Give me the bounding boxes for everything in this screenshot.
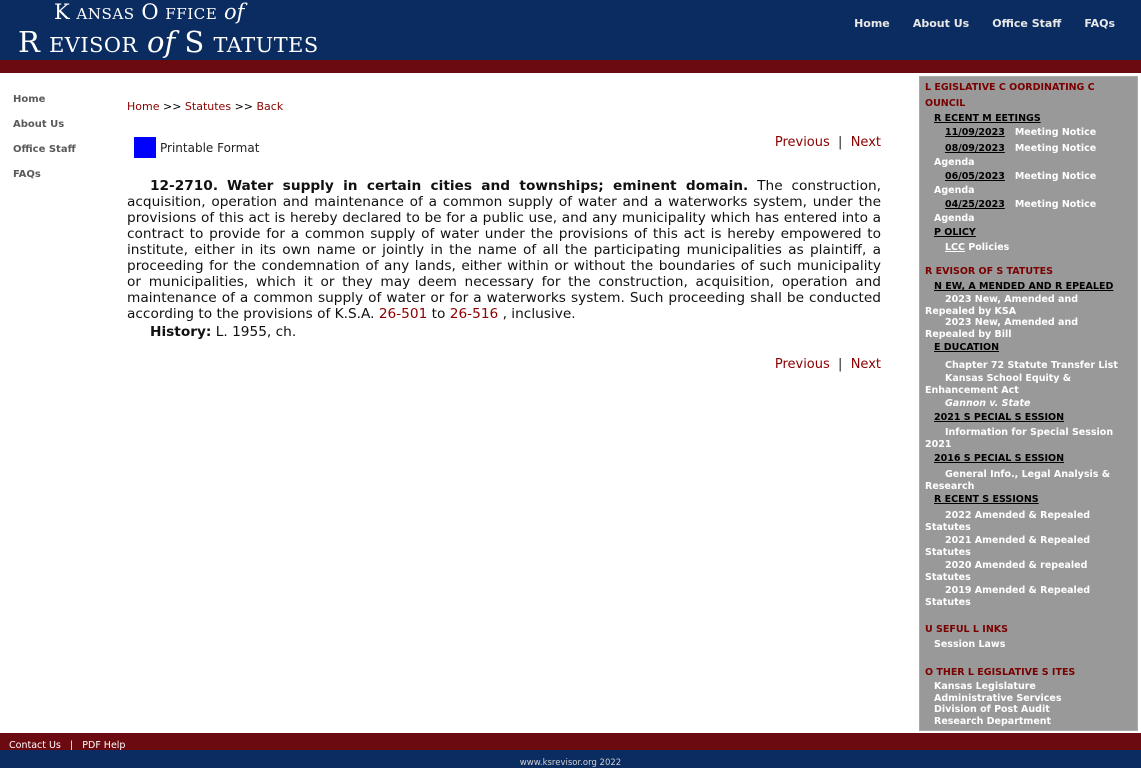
breadcrumb-statutes[interactable]: Statutes — [185, 100, 231, 113]
recent-sessions-heading[interactable]: R ECENT S ESSIONS — [934, 492, 1132, 507]
new-amended-repealed-heading[interactable]: N EW, A MENDED AND R EPEALED — [934, 280, 1132, 294]
statute-link-26-501[interactable]: 26-501 — [379, 306, 427, 322]
top-nav-office-staff[interactable]: Office Staff — [992, 17, 1061, 30]
printable-format-link[interactable]: Printable Format — [134, 137, 259, 158]
top-nav-home[interactable]: Home — [854, 17, 890, 30]
session-2022-link[interactable]: 2022 Amended & Repealed Statutes — [925, 507, 1132, 533]
site-footer: www.ksrevisor.org 2022 — [0, 750, 1141, 768]
site-logo-line2[interactable]: R EVISOR of S TATUTES — [18, 25, 319, 59]
right-sidebar: L EGISLATIVE C OORDINATING C OUNCIL R ECE… — [919, 76, 1138, 731]
site-header: K ANSAS O FFICE of R EVISOR of S TATUTES… — [0, 0, 1141, 60]
top-nav: Home About Us Office Staff FAQs — [836, 12, 1115, 31]
footer-links-bar: Contact Us | PDF Help — [0, 733, 1141, 751]
meeting-item[interactable]: 11/09/2023 Meeting Notice — [925, 125, 1132, 141]
lcc-policies-link[interactable]: LCC Policies — [925, 241, 1132, 254]
revisor-of-statutes-heading: R EVISOR OF S TATUTES — [925, 266, 1053, 277]
nar-link-bill[interactable]: 2023 New, Amended and Repealed by Bill — [925, 317, 1132, 340]
statute-link-26-516[interactable]: 26-516 — [450, 306, 498, 322]
toolbar-bottom: Previous | Next — [127, 357, 881, 375]
research-department-link[interactable]: Research Department — [925, 716, 1132, 728]
chapter72-link[interactable]: Chapter 72 Statute Transfer List — [925, 355, 1132, 373]
printable-format-label: Printable Format — [160, 140, 260, 155]
meeting-item[interactable]: 06/05/2023 Meeting Notice — [925, 169, 1132, 185]
printer-icon — [134, 137, 156, 158]
main-content: Home >> Statutes >> Back Printable Forma… — [127, 100, 881, 375]
agenda-link[interactable]: Agenda — [925, 185, 1132, 197]
breadcrumb: Home >> Statutes >> Back — [127, 100, 881, 113]
administrative-services-link[interactable]: Administrative Services — [925, 693, 1132, 705]
useful-links-heading: U SEFUL L INKS — [925, 624, 1008, 635]
school-equity-link[interactable]: Kansas School Equity & Enhancement Act — [925, 373, 1132, 396]
history-label: History: — [150, 324, 212, 340]
top-nav-about-us[interactable]: About Us — [913, 17, 969, 30]
breadcrumb-separator: >> — [162, 100, 182, 113]
recent-meetings-heading[interactable]: R ECENT M EETINGS — [934, 112, 1132, 125]
previous-link[interactable]: Previous — [775, 357, 830, 372]
statute-history: History: L. 1955, ch. — [150, 324, 881, 340]
session-2019-link[interactable]: 2019 Amended & Repealed Statutes — [925, 583, 1132, 608]
prev-next-bottom: Previous | Next — [775, 357, 881, 372]
section-title: Water supply in certain cities and towns… — [226, 178, 749, 194]
toolbar-top: Printable Format Previous | Next — [127, 135, 881, 165]
left-nav-home[interactable]: Home — [13, 94, 113, 119]
education-heading[interactable]: E DUCATION — [934, 340, 1132, 355]
lcc-heading: L EGISLATIVE C OORDINATING C OUNCIL — [925, 82, 1095, 109]
nar-link-ksa[interactable]: 2023 New, Amended and Repealed by KSA — [925, 294, 1132, 317]
post-audit-link[interactable]: Division of Post Audit — [925, 704, 1132, 716]
section-number: 12-2710. — [150, 178, 219, 194]
top-nav-faqs[interactable]: FAQs — [1084, 17, 1115, 30]
next-link[interactable]: Next — [851, 357, 881, 372]
agenda-link[interactable]: Agenda — [925, 213, 1132, 225]
left-nav-faqs[interactable]: FAQs — [13, 169, 113, 194]
kansas-legislature-link[interactable]: Kansas Legislature — [925, 681, 1132, 693]
gannon-link[interactable]: Gannon v. State — [925, 396, 1132, 411]
breadcrumb-home[interactable]: Home — [127, 100, 159, 113]
history-text: L. 1955, ch. — [215, 324, 297, 340]
session-2021-link[interactable]: 2021 Amended & Repealed Statutes — [925, 533, 1132, 558]
meeting-item[interactable]: 08/09/2023 Meeting Notice — [925, 141, 1132, 157]
left-nav-about-us[interactable]: About Us — [13, 119, 113, 144]
next-link[interactable]: Next — [851, 135, 881, 150]
left-nav: Home About Us Office Staff FAQs — [13, 94, 113, 194]
copyright-text: www.ksrevisor.org 2022 — [519, 758, 622, 768]
special-session-2021-link[interactable]: Information for Special Session 2021 — [925, 424, 1132, 450]
prev-next-separator: | — [838, 357, 843, 372]
meeting-item[interactable]: 04/25/2023 Meeting Notice — [925, 197, 1132, 213]
previous-link[interactable]: Previous — [775, 135, 830, 150]
agenda-link[interactable]: Agenda — [925, 157, 1132, 169]
breadcrumb-back[interactable]: Back — [257, 100, 284, 113]
statute-text: 12-2710. Water supply in certain cities … — [127, 178, 881, 322]
prev-next-separator: | — [838, 135, 843, 150]
left-nav-office-staff[interactable]: Office Staff — [13, 144, 113, 169]
special-session-2021-heading[interactable]: 2021 S PECIAL S ESSION — [934, 411, 1132, 424]
session-laws-link[interactable]: Session Laws — [925, 638, 1132, 651]
breadcrumb-separator: >> — [234, 100, 253, 113]
session-2020-link[interactable]: 2020 Amended & repealed Statutes — [925, 558, 1132, 583]
header-band — [0, 60, 1141, 73]
statute-body: The construction, acquisition, operation… — [127, 178, 881, 322]
other-legislative-sites-heading: O THER L EGISLATIVE S ITES — [925, 667, 1076, 678]
special-session-2016-heading[interactable]: 2016 S PECIAL S ESSION — [934, 450, 1132, 467]
prev-next-top: Previous | Next — [775, 135, 881, 150]
site-logo-line1[interactable]: K ANSAS O FFICE of — [54, 0, 244, 24]
special-session-2016-link[interactable]: General Info., Legal Analysis & Research — [925, 467, 1132, 492]
policy-heading[interactable]: P OLICY — [934, 225, 1132, 241]
